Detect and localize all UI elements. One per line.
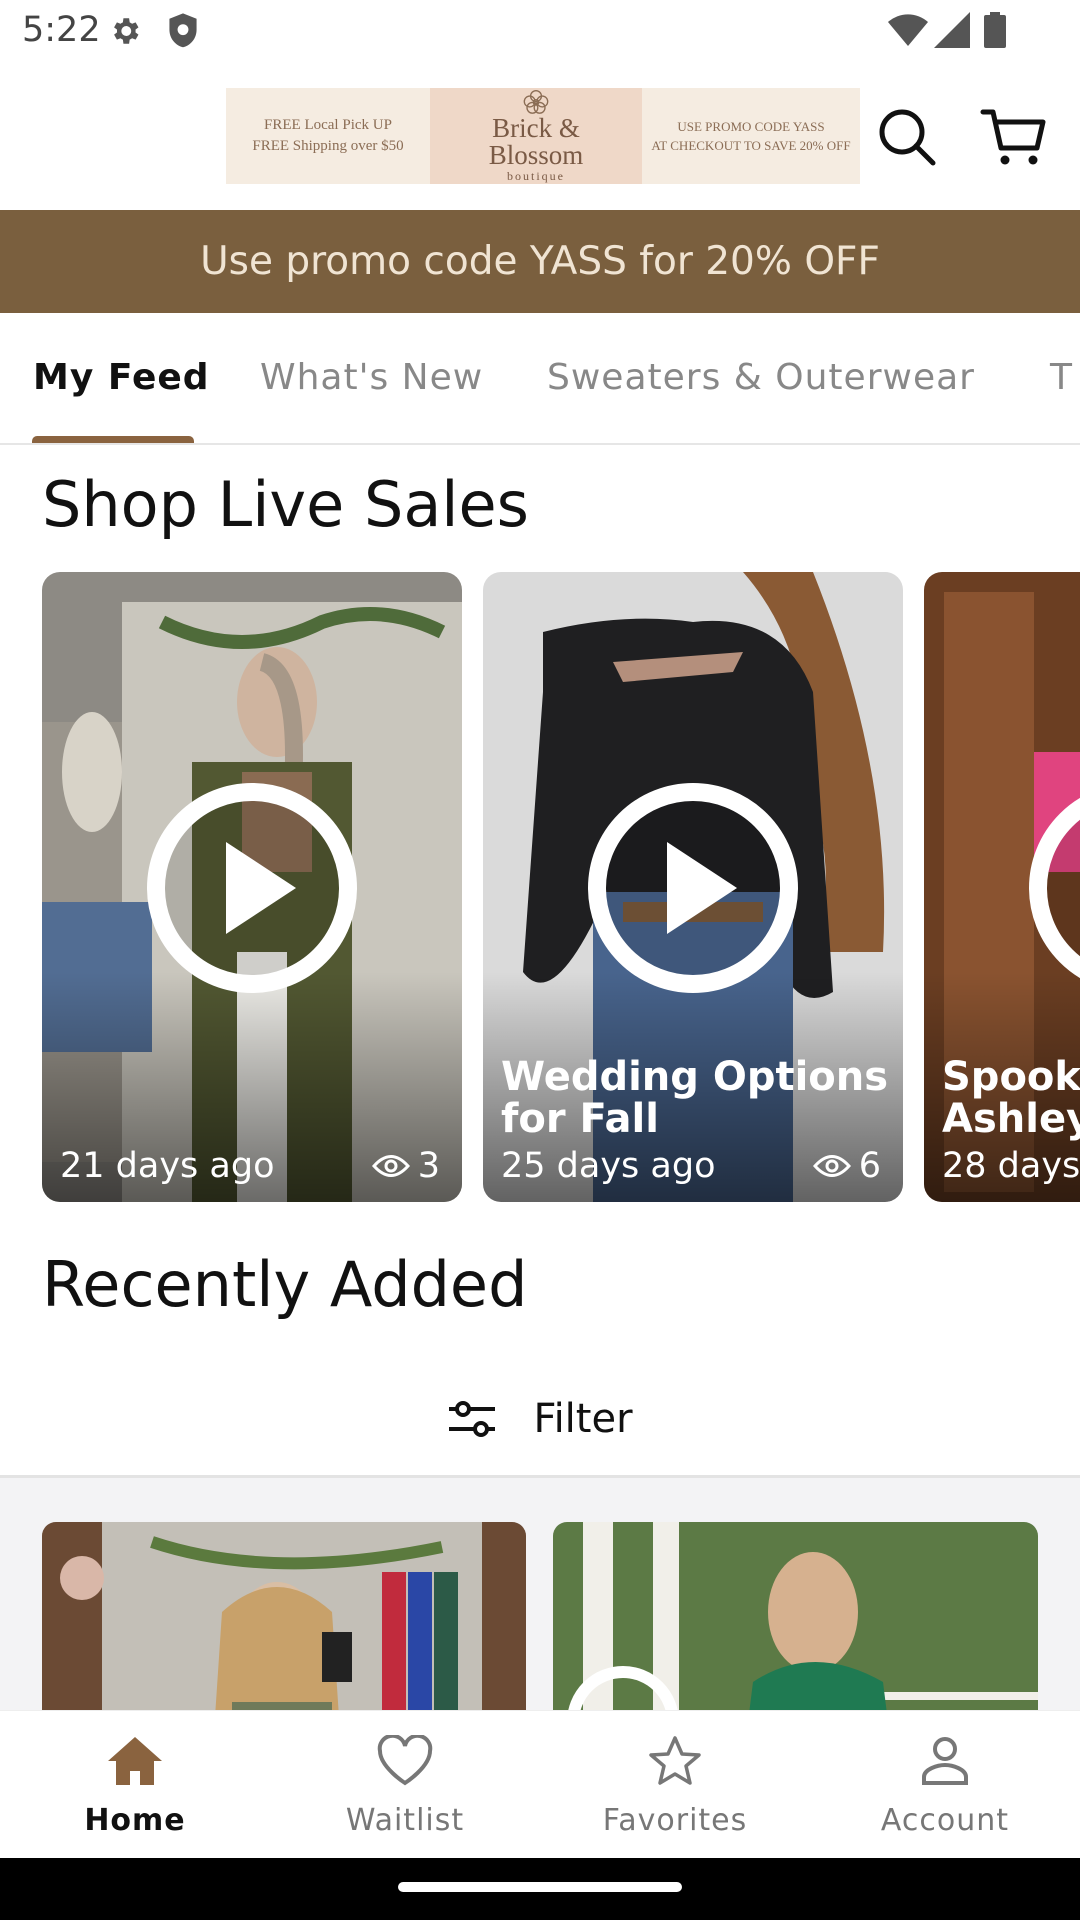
logo-left-text: FREE Local Pick UP FREE Shipping over $5…: [226, 115, 430, 157]
filter-label: Filter: [533, 1395, 633, 1442]
store-logo: Brick & Blossom boutique: [430, 88, 642, 184]
filter-button[interactable]: Filter: [0, 1362, 1080, 1478]
play-icon[interactable]: [146, 782, 358, 994]
tab-my-feed[interactable]: My Feed: [33, 357, 210, 398]
logo-left-line2: FREE Shipping over $50: [252, 138, 404, 154]
signal-icon: [934, 12, 970, 48]
product-image: [553, 1522, 1038, 1710]
gear-icon: [114, 18, 139, 44]
live-sale-card[interactable]: Spooky Ashley 28 days: [924, 572, 1080, 1202]
nav-home[interactable]: Home: [0, 1711, 270, 1859]
heart-icon: [377, 1735, 433, 1786]
store-logo-banner[interactable]: FREE Local Pick UP FREE Shipping over $5…: [226, 88, 860, 184]
logo-left-line1: FREE Local Pick UP: [264, 117, 392, 133]
live-sale-card[interactable]: Wedding Options for Fall 25 days ago 6: [483, 572, 903, 1202]
product-card[interactable]: [553, 1522, 1038, 1710]
active-tab-indicator: [32, 436, 194, 443]
account-icon: [922, 1737, 968, 1785]
tab-whats-new[interactable]: What's New: [260, 357, 483, 398]
live-sales-title: Shop Live Sales: [42, 468, 529, 541]
recently-added-title: Recently Added: [42, 1248, 528, 1321]
nav-account[interactable]: Account: [810, 1711, 1080, 1859]
live-sale-age: 25 days ago: [501, 1146, 716, 1186]
nav-account-label: Account: [880, 1803, 1010, 1838]
nav-waitlist[interactable]: Waitlist: [270, 1711, 540, 1859]
live-sale-views: 3: [371, 1146, 440, 1186]
status-time: 5:22: [22, 10, 101, 50]
status-bar: 5:22: [0, 0, 1080, 62]
logo-right-line2: AT CHECKOUT TO SAVE 20% OFF: [651, 138, 851, 153]
promo-banner[interactable]: Use promo code YASS for 20% OFF: [0, 210, 1080, 313]
brand-line1: Brick &: [492, 113, 580, 143]
star-icon: [649, 1736, 701, 1785]
gesture-navigation-bar: [0, 1858, 1080, 1920]
logo-right-line1: USE PROMO CODE YASS: [677, 119, 825, 134]
wifi-icon: [888, 14, 928, 46]
live-sale-age: 28 days: [942, 1146, 1080, 1186]
category-tabs: My Feed What's New Sweaters & Outerwear …: [0, 313, 1080, 445]
brand-sub: boutique: [507, 169, 565, 183]
cart-icon[interactable]: [980, 106, 1046, 168]
nav-favorites[interactable]: Favorites: [540, 1711, 810, 1859]
brand-line2: Blossom: [488, 140, 584, 170]
product-card[interactable]: [42, 1522, 526, 1710]
logo-right-text: USE PROMO CODE YASS AT CHECKOUT TO SAVE …: [642, 117, 860, 155]
eye-icon: [812, 1155, 851, 1177]
live-sale-title: Wedding Options for Fall: [501, 1054, 889, 1142]
product-image: [42, 1522, 526, 1710]
eye-icon: [371, 1155, 410, 1177]
app-header: FREE Local Pick UP FREE Shipping over $5…: [0, 62, 1080, 210]
nav-waitlist-label: Waitlist: [345, 1803, 465, 1838]
tab-partial[interactable]: T: [1050, 357, 1073, 398]
promo-text: Use promo code YASS for 20% OFF: [200, 239, 880, 284]
sliders-icon: [449, 1400, 496, 1437]
nav-favorites-label: Favorites: [602, 1803, 748, 1838]
bottom-navigation: Home Waitlist Favorites Account: [0, 1710, 1080, 1858]
nav-home-label: Home: [84, 1803, 186, 1838]
product-grid: [0, 1478, 1080, 1710]
battery-icon: [984, 12, 1006, 48]
live-sale-title: Spooky Ashley: [942, 1054, 1080, 1142]
view-count: 6: [858, 1146, 881, 1186]
shield-icon: [169, 13, 197, 48]
live-sale-views: 6: [812, 1146, 881, 1186]
live-sale-card[interactable]: 21 days ago 3: [42, 572, 462, 1202]
live-sales-carousel[interactable]: 21 days ago 3 Wedding Options for Fall 2…: [0, 572, 1080, 1204]
play-icon[interactable]: [1028, 782, 1080, 994]
search-icon[interactable]: [876, 106, 938, 168]
flower-icon: [523, 90, 549, 114]
home-icon: [108, 1737, 162, 1785]
live-sale-age: 21 days ago: [60, 1146, 275, 1186]
view-count: 3: [417, 1146, 440, 1186]
tab-sweaters-outerwear[interactable]: Sweaters & Outerwear: [547, 357, 975, 398]
home-gesture-handle[interactable]: [398, 1882, 682, 1892]
play-icon[interactable]: [587, 782, 799, 994]
